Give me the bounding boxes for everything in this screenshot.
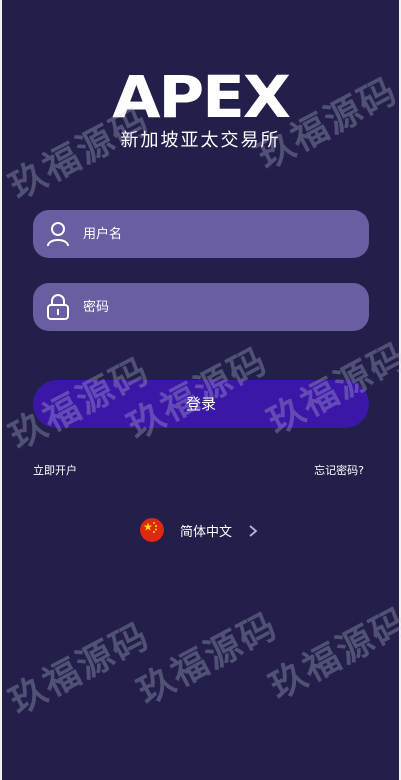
watermark-text: 玖福源码 [262,600,401,708]
register-link[interactable]: 立即开户 [33,462,77,478]
chevron-right-icon [246,523,260,537]
password-input[interactable] [81,286,369,328]
language-selector[interactable]: 简体中文 [140,517,260,543]
watermark-text: 玖福源码 [2,615,157,723]
china-flag-icon [140,518,164,542]
login-page: APEX 新加坡亚太交易所 登录 立即开户 忘记密码? [0,0,401,780]
logo-wordmark: APEX [112,63,291,131]
watermark-text: 玖福源码 [130,605,285,713]
login-button[interactable]: 登录 [33,380,369,428]
language-label: 简体中文 [180,524,233,540]
brand-logo: APEX 新加坡亚太交易所 [0,68,401,152]
password-field[interactable] [33,283,369,331]
username-field[interactable] [33,210,369,258]
lock-icon [45,294,71,320]
user-icon [45,221,71,247]
logo-subtitle: 新加坡亚太交易所 [120,130,281,151]
forgot-password-link[interactable]: 忘记密码? [314,462,364,478]
username-input[interactable] [81,213,369,255]
